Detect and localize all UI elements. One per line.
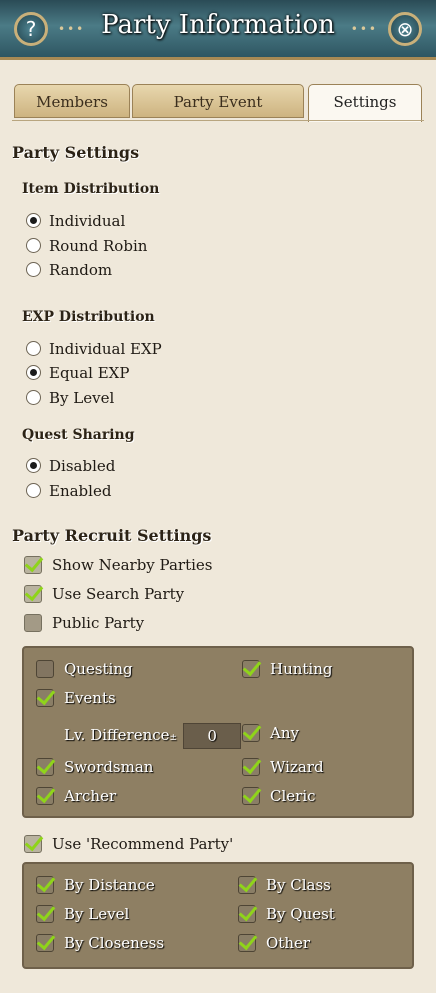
radio-button[interactable]: [26, 213, 41, 228]
by-level-checkbox[interactable]: By Level: [36, 903, 129, 927]
lv-difference-input[interactable]: 0: [183, 723, 242, 749]
close-button[interactable]: ⊗: [388, 12, 422, 46]
checkbox[interactable]: [242, 724, 260, 742]
sort-icon: ±: [169, 733, 178, 743]
checkbox[interactable]: [24, 835, 42, 853]
radio-enabled[interactable]: Enabled: [26, 480, 111, 502]
radio-individual-exp[interactable]: Individual EXP: [26, 338, 162, 360]
radio-disabled[interactable]: Disabled: [26, 455, 115, 477]
use-search-party-checkbox[interactable]: Use Search Party: [24, 583, 184, 607]
checkbox[interactable]: [24, 585, 42, 603]
cleric-checkbox[interactable]: Cleric: [242, 785, 316, 809]
events-checkbox[interactable]: Events: [36, 687, 116, 711]
wizard-checkbox[interactable]: Wizard: [242, 756, 324, 780]
hunting-checkbox[interactable]: Hunting: [242, 658, 333, 682]
checkbox[interactable]: [238, 905, 256, 923]
checkbox[interactable]: [238, 934, 256, 952]
radio-button[interactable]: [26, 238, 41, 253]
checkbox[interactable]: [24, 556, 42, 574]
by-distance-checkbox[interactable]: By Distance: [36, 874, 155, 898]
lv-difference-row: Lv. Difference± 0: [64, 722, 242, 749]
checkbox[interactable]: [24, 614, 42, 632]
lv-difference-label: Lv. Difference: [64, 726, 170, 744]
by-quest-checkbox[interactable]: By Quest: [238, 903, 335, 927]
tab-settings[interactable]: Settings: [308, 84, 422, 122]
other-checkbox[interactable]: Other: [238, 932, 310, 956]
use-recommend-party-checkbox[interactable]: Use 'Recommend Party': [24, 833, 233, 857]
checkbox[interactable]: [36, 876, 54, 894]
checkbox[interactable]: [36, 660, 54, 678]
radio-random[interactable]: Random: [26, 259, 112, 281]
checkbox[interactable]: [36, 905, 54, 923]
radio-equal-exp[interactable]: Equal EXP: [26, 362, 129, 384]
by-closeness-checkbox[interactable]: By Closeness: [36, 932, 164, 956]
checkbox[interactable]: [242, 787, 260, 805]
radio-by-level[interactable]: By Level: [26, 387, 114, 409]
show-nearby-parties-checkbox[interactable]: Show Nearby Parties: [24, 554, 212, 578]
public-party-checkbox[interactable]: Public Party: [24, 612, 144, 636]
swordsman-checkbox[interactable]: Swordsman: [36, 756, 153, 780]
party-recruit-heading: Party Recruit Settings: [12, 526, 212, 545]
party-information-window: ? ••• Party Information ••• ⊗ Members Pa…: [0, 0, 436, 993]
radio-button[interactable]: [26, 341, 41, 356]
exp-distribution-label: EXP Distribution: [22, 309, 155, 325]
ornament-right-icon: •••: [350, 22, 378, 36]
archer-checkbox[interactable]: Archer: [36, 785, 116, 809]
checkbox[interactable]: [36, 758, 54, 776]
by-class-checkbox[interactable]: By Class: [238, 874, 331, 898]
radio-button[interactable]: [26, 262, 41, 277]
tab-divider: [12, 120, 424, 121]
radio-individual[interactable]: Individual: [26, 210, 125, 232]
checkbox[interactable]: [242, 758, 260, 776]
item-distribution-label: Item Distribution: [22, 181, 160, 197]
checkbox[interactable]: [36, 689, 54, 707]
recommend-options-box: By Distance By Class By Level By Quest B…: [22, 862, 414, 969]
close-icon: ⊗: [396, 17, 414, 41]
checkbox[interactable]: [36, 934, 54, 952]
checkbox[interactable]: [238, 876, 256, 894]
radio-button[interactable]: [26, 390, 41, 405]
radio-button[interactable]: [26, 365, 41, 380]
radio-button[interactable]: [26, 483, 41, 498]
tab-party-event[interactable]: Party Event: [132, 84, 304, 118]
title-bar: ? ••• Party Information ••• ⊗: [0, 0, 436, 60]
checkbox[interactable]: [36, 787, 54, 805]
recruit-filters-box: Questing Hunting Events Lv. Difference± 0…: [22, 646, 414, 818]
questing-checkbox[interactable]: Questing: [36, 658, 133, 682]
checkbox[interactable]: [242, 660, 260, 678]
party-settings-heading: Party Settings: [12, 143, 140, 162]
radio-round-robin[interactable]: Round Robin: [26, 235, 147, 257]
any-checkbox[interactable]: Any: [242, 722, 299, 746]
tab-members[interactable]: Members: [14, 84, 130, 118]
radio-button[interactable]: [26, 458, 41, 473]
quest-sharing-label: Quest Sharing: [22, 427, 135, 443]
